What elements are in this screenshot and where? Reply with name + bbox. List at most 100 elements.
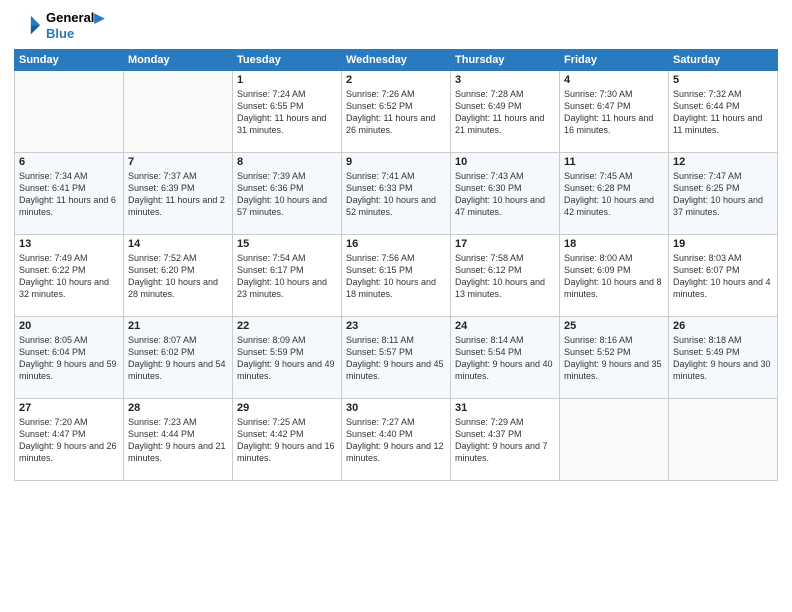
week-row-3: 13 Sunrise: 7:49 AMSunset: 6:22 PMDayligh… (15, 235, 778, 317)
day-number: 21 (128, 320, 228, 332)
day-cell: 19Sunrise: 8:03 AMSunset: 6:07 PMDayligh… (669, 235, 778, 317)
weekday-header-tuesday: Tuesday (233, 50, 342, 71)
day-number: 8 (237, 156, 337, 168)
header: General▶ Blue (14, 10, 778, 41)
day-cell: 31Sunrise: 7:29 AMSunset: 4:37 PMDayligh… (451, 399, 560, 481)
weekday-header-sunday: Sunday (15, 50, 124, 71)
day-cell (124, 71, 233, 153)
day-cell (669, 399, 778, 481)
day-info: Sunrise: 8:16 AMSunset: 5:52 PMDaylight:… (564, 334, 664, 383)
week-row-4: 20 Sunrise: 8:05 AMSunset: 6:04 PMDayligh… (15, 317, 778, 399)
week-row-1: 1Sunrise: 7:24 AMSunset: 6:55 PMDaylight… (15, 71, 778, 153)
day-number: 5 (673, 74, 773, 86)
day-cell: 20 Sunrise: 8:05 AMSunset: 6:04 PMDayligh… (15, 317, 124, 399)
day-info: Sunrise: 7:54 AMSunset: 6:17 PMDaylight:… (237, 252, 337, 301)
week-row-2: 6 Sunrise: 7:34 AMSunset: 6:41 PMDaylight… (15, 153, 778, 235)
day-cell: 1Sunrise: 7:24 AMSunset: 6:55 PMDaylight… (233, 71, 342, 153)
day-number: 6 (19, 156, 119, 168)
day-info: Sunrise: 7:56 AMSunset: 6:15 PMDaylight:… (346, 252, 446, 301)
weekday-header-row: SundayMondayTuesdayWednesdayThursdayFrid… (15, 50, 778, 71)
day-number: 13 (19, 238, 119, 250)
day-info: Sunrise: 7:47 AMSunset: 6:25 PMDaylight:… (673, 170, 773, 219)
day-cell: 27 Sunrise: 7:20 AMSunset: 4:47 PMDayligh… (15, 399, 124, 481)
day-cell: 2Sunrise: 7:26 AMSunset: 6:52 PMDaylight… (342, 71, 451, 153)
weekday-header-wednesday: Wednesday (342, 50, 451, 71)
day-cell: 3 Sunrise: 7:28 AMSunset: 6:49 PMDaylight… (451, 71, 560, 153)
day-number: 22 (237, 320, 337, 332)
day-cell: 12 Sunrise: 7:47 AMSunset: 6:25 PMDayligh… (669, 153, 778, 235)
day-number: 20 (19, 320, 119, 332)
day-info: Sunrise: 8:07 AMSunset: 6:02 PMDaylight:… (128, 334, 228, 383)
day-info: Sunrise: 7:25 AMSunset: 4:42 PMDaylight:… (237, 416, 337, 465)
day-info: Sunrise: 8:00 AMSunset: 6:09 PMDaylight:… (564, 252, 664, 301)
day-info: Sunrise: 7:43 AMSunset: 6:30 PMDaylight:… (455, 170, 555, 219)
day-cell: 18 Sunrise: 8:00 AMSunset: 6:09 PMDayligh… (560, 235, 669, 317)
day-info: Sunrise: 7:41 AMSunset: 6:33 PMDaylight:… (346, 170, 446, 219)
day-number: 7 (128, 156, 228, 168)
day-number: 10 (455, 156, 555, 168)
day-cell: 16 Sunrise: 7:56 AMSunset: 6:15 PMDayligh… (342, 235, 451, 317)
weekday-header-saturday: Saturday (669, 50, 778, 71)
day-number: 11 (564, 156, 664, 168)
day-info: Sunrise: 7:39 AMSunset: 6:36 PMDaylight:… (237, 170, 337, 219)
day-info: Sunrise: 8:05 AMSunset: 6:04 PMDaylight:… (19, 334, 119, 383)
day-info: Sunrise: 8:11 AMSunset: 5:57 PMDaylight:… (346, 334, 446, 383)
day-info: Sunrise: 7:52 AMSunset: 6:20 PMDaylight:… (128, 252, 228, 301)
day-cell: 9Sunrise: 7:41 AMSunset: 6:33 PMDaylight… (342, 153, 451, 235)
day-cell: 14 Sunrise: 7:52 AMSunset: 6:20 PMDayligh… (124, 235, 233, 317)
day-cell: 10 Sunrise: 7:43 AMSunset: 6:30 PMDayligh… (451, 153, 560, 235)
day-number: 12 (673, 156, 773, 168)
day-number: 18 (564, 238, 664, 250)
day-number: 26 (673, 320, 773, 332)
day-info: Sunrise: 8:14 AMSunset: 5:54 PMDaylight:… (455, 334, 555, 383)
day-cell: 15 Sunrise: 7:54 AMSunset: 6:17 PMDayligh… (233, 235, 342, 317)
day-info: Sunrise: 7:28 AMSunset: 6:49 PMDaylight:… (455, 88, 555, 137)
day-number: 28 (128, 402, 228, 414)
day-number: 30 (346, 402, 446, 414)
day-cell (15, 71, 124, 153)
day-number: 24 (455, 320, 555, 332)
weekday-header-monday: Monday (124, 50, 233, 71)
day-info: Sunrise: 7:29 AMSunset: 4:37 PMDaylight:… (455, 416, 555, 465)
day-cell: 7 Sunrise: 7:37 AMSunset: 6:39 PMDaylight… (124, 153, 233, 235)
day-info: Sunrise: 7:32 AMSunset: 6:44 PMDaylight:… (673, 88, 773, 137)
day-number: 4 (564, 74, 664, 86)
day-cell: 23Sunrise: 8:11 AMSunset: 5:57 PMDayligh… (342, 317, 451, 399)
day-cell: 26 Sunrise: 8:18 AMSunset: 5:49 PMDayligh… (669, 317, 778, 399)
day-cell: 25 Sunrise: 8:16 AMSunset: 5:52 PMDayligh… (560, 317, 669, 399)
day-number: 1 (237, 74, 337, 86)
day-cell: 6 Sunrise: 7:34 AMSunset: 6:41 PMDaylight… (15, 153, 124, 235)
calendar-table: SundayMondayTuesdayWednesdayThursdayFrid… (14, 49, 778, 481)
weekday-header-thursday: Thursday (451, 50, 560, 71)
day-number: 14 (128, 238, 228, 250)
day-info: Sunrise: 7:49 AMSunset: 6:22 PMDaylight:… (19, 252, 119, 301)
day-number: 16 (346, 238, 446, 250)
day-cell: 29Sunrise: 7:25 AMSunset: 4:42 PMDayligh… (233, 399, 342, 481)
day-cell: 30Sunrise: 7:27 AMSunset: 4:40 PMDayligh… (342, 399, 451, 481)
day-info: Sunrise: 7:58 AMSunset: 6:12 PMDaylight:… (455, 252, 555, 301)
day-cell: 8 Sunrise: 7:39 AMSunset: 6:36 PMDaylight… (233, 153, 342, 235)
day-cell: 22 Sunrise: 8:09 AMSunset: 5:59 PMDayligh… (233, 317, 342, 399)
day-number: 27 (19, 402, 119, 414)
day-number: 2 (346, 74, 446, 86)
week-row-5: 27 Sunrise: 7:20 AMSunset: 4:47 PMDayligh… (15, 399, 778, 481)
day-number: 17 (455, 238, 555, 250)
day-info: Sunrise: 8:18 AMSunset: 5:49 PMDaylight:… (673, 334, 773, 383)
day-info: Sunrise: 7:20 AMSunset: 4:47 PMDaylight:… (19, 416, 119, 465)
logo: General▶ Blue (14, 10, 104, 41)
day-number: 25 (564, 320, 664, 332)
day-info: Sunrise: 7:37 AMSunset: 6:39 PMDaylight:… (128, 170, 228, 219)
day-info: Sunrise: 7:34 AMSunset: 6:41 PMDaylight:… (19, 170, 119, 219)
day-number: 15 (237, 238, 337, 250)
day-cell: 5 Sunrise: 7:32 AMSunset: 6:44 PMDaylight… (669, 71, 778, 153)
day-number: 3 (455, 74, 555, 86)
weekday-header-friday: Friday (560, 50, 669, 71)
day-cell: 13 Sunrise: 7:49 AMSunset: 6:22 PMDayligh… (15, 235, 124, 317)
logo-text: General▶ Blue (46, 10, 104, 41)
day-cell: 28Sunrise: 7:23 AMSunset: 4:44 PMDayligh… (124, 399, 233, 481)
day-cell: 17 Sunrise: 7:58 AMSunset: 6:12 PMDayligh… (451, 235, 560, 317)
day-cell: 24 Sunrise: 8:14 AMSunset: 5:54 PMDayligh… (451, 317, 560, 399)
day-cell: 4Sunrise: 7:30 AMSunset: 6:47 PMDaylight… (560, 71, 669, 153)
day-cell: 11Sunrise: 7:45 AMSunset: 6:28 PMDayligh… (560, 153, 669, 235)
day-info: Sunrise: 8:09 AMSunset: 5:59 PMDaylight:… (237, 334, 337, 383)
